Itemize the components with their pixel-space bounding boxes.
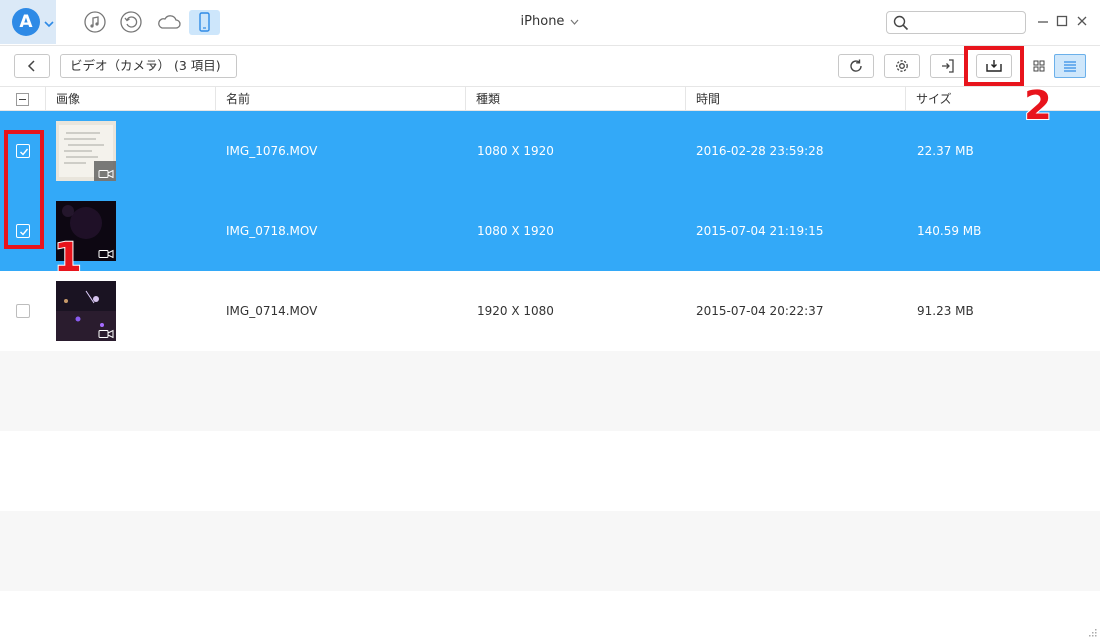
category-dropdown[interactable]: ビデオ（カメラ） (3 項目)	[60, 54, 237, 78]
row-checkbox[interactable]	[16, 304, 30, 318]
chevron-down-icon	[149, 63, 156, 69]
app-logo[interactable]: A	[0, 0, 56, 44]
import-to-device-button[interactable]	[930, 54, 966, 78]
chevron-down-icon	[570, 19, 579, 25]
list-view-icon	[1064, 61, 1076, 72]
file-time: 2016-02-28 23:59:28	[696, 144, 824, 158]
file-resolution: 1080 X 1920	[477, 144, 554, 158]
empty-row	[0, 511, 1100, 591]
chevron-left-icon	[27, 60, 35, 72]
gear-icon	[896, 60, 908, 72]
search-icon	[893, 15, 909, 31]
table-row[interactable]: IMG_0714.MOV 1920 X 1080 2015-07-04 20:2…	[0, 271, 1100, 351]
video-thumbnail	[56, 121, 116, 181]
minimize-icon[interactable]	[1036, 14, 1050, 28]
video-thumbnail	[56, 281, 116, 341]
file-name: IMG_1076.MOV	[226, 144, 318, 158]
logo-dropdown-caret-icon	[44, 21, 54, 28]
music-note-icon[interactable]	[83, 10, 107, 34]
app-logo-icon: A	[12, 8, 40, 36]
resize-grip-icon[interactable]	[1088, 628, 1098, 638]
file-resolution: 1080 X 1920	[477, 224, 554, 238]
file-time: 2015-07-04 21:19:15	[696, 224, 824, 238]
annotation-step-2: 2	[1023, 83, 1053, 129]
file-size: 140.59 MB	[917, 224, 982, 238]
maximize-icon[interactable]	[1055, 14, 1069, 28]
back-button[interactable]	[14, 54, 50, 78]
annotation-highlight-export	[964, 46, 1024, 86]
import-to-device-icon	[942, 59, 954, 73]
refresh-icon	[850, 59, 862, 72]
list-view-button[interactable]	[1054, 54, 1086, 78]
column-header-type[interactable]: 種類	[465, 87, 685, 111]
toolbar: ビデオ（カメラ） (3 項目)	[0, 46, 1100, 86]
column-header-size[interactable]: サイズ	[905, 87, 1100, 111]
table-header: 画像 名前 種類 時間 サイズ	[0, 86, 1100, 111]
cloud-icon[interactable]	[155, 10, 183, 34]
empty-row	[0, 351, 1100, 431]
history-icon[interactable]	[119, 10, 143, 34]
file-name: IMG_0718.MOV	[226, 224, 318, 238]
column-header-image[interactable]: 画像	[45, 87, 215, 111]
settings-button[interactable]	[884, 54, 920, 78]
title-bar: A iPhone	[0, 0, 1100, 46]
close-icon[interactable]	[1075, 14, 1089, 28]
device-selector[interactable]: iPhone	[500, 14, 600, 29]
annotation-highlight-checkboxes	[4, 130, 44, 249]
file-time: 2015-07-04 20:22:37	[696, 304, 824, 318]
file-name: IMG_0714.MOV	[226, 304, 318, 318]
table-row[interactable]: IMG_0718.MOV 1080 X 1920 2015-07-04 21:1…	[0, 191, 1100, 271]
grid-view-icon	[1033, 60, 1045, 72]
video-camera-icon	[98, 249, 114, 259]
refresh-button[interactable]	[838, 54, 874, 78]
select-all-checkbox[interactable]	[16, 93, 29, 106]
table-row[interactable]: IMG_1076.MOV 1080 X 1920 2016-02-28 23:5…	[0, 111, 1100, 191]
column-header-time[interactable]: 時間	[685, 87, 905, 111]
column-header-name[interactable]: 名前	[215, 87, 465, 111]
video-camera-icon	[98, 329, 114, 339]
device-name: iPhone	[520, 14, 565, 29]
empty-row	[0, 431, 1100, 511]
grid-view-button[interactable]	[1024, 54, 1054, 78]
file-size: 22.37 MB	[917, 144, 974, 158]
file-size: 91.23 MB	[917, 304, 974, 318]
file-resolution: 1920 X 1080	[477, 304, 554, 318]
video-camera-icon	[98, 169, 114, 179]
annotation-step-1: 1	[53, 235, 83, 281]
category-label: ビデオ（カメラ） (3 項目)	[70, 58, 221, 73]
phone-icon[interactable]	[189, 10, 220, 35]
search-input[interactable]	[886, 11, 1026, 34]
